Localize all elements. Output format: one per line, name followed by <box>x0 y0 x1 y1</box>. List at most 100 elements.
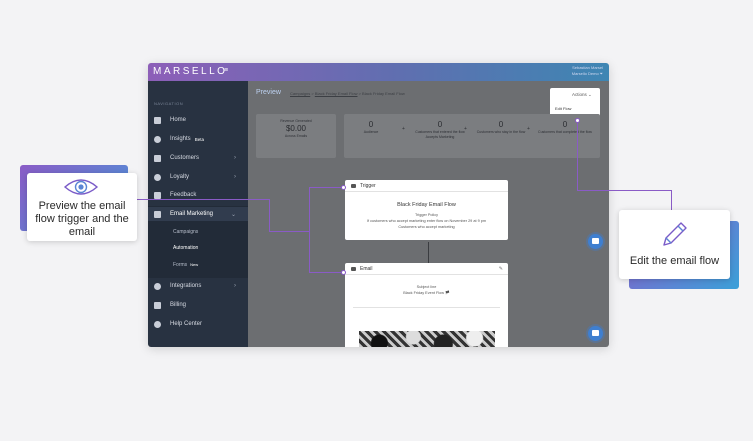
sidebar-item-label: Insights <box>170 136 191 142</box>
stat-value: 0 <box>437 120 443 129</box>
connector-line <box>309 187 310 273</box>
pencil-icon <box>663 222 687 246</box>
sidebar-item-insights[interactable]: Insights Beta <box>148 132 248 146</box>
stat-value: 0 <box>498 120 504 129</box>
callout-preview-text: Preview the email flow trigger and the e… <box>35 200 129 238</box>
connector-line <box>269 231 309 232</box>
actions-dropdown[interactable]: Actions ⌄ Edit Flow <box>550 88 600 117</box>
stat-label: Audience <box>363 130 379 134</box>
connector-dot <box>575 118 580 123</box>
stat-completed: 0 Customers that completed the flow <box>534 120 596 135</box>
connector-dot <box>341 270 346 275</box>
revenue-value: $0.00 <box>285 124 307 133</box>
connector-line <box>269 199 270 232</box>
stat-sub: Accepts Marketing <box>425 135 455 139</box>
email-icon <box>351 266 356 271</box>
chat-widget-icon[interactable] <box>588 326 603 341</box>
page-title: Preview <box>256 89 281 96</box>
edit-flow-menu-item[interactable]: Edit Flow <box>555 106 571 111</box>
sidebar-item-integrations[interactable]: Integrations › <box>148 279 248 293</box>
app-logo[interactable]: MARSELLO <box>153 66 227 77</box>
plus-icon: + <box>464 126 467 132</box>
breadcrumb-current: Black Friday Email Flow <box>362 91 405 96</box>
trigger-icon <box>351 183 356 188</box>
callout-edit-text: Edit the email flow <box>629 255 720 267</box>
sidebar-item-home[interactable]: Home <box>148 113 248 127</box>
chevron-right-icon: › <box>234 155 236 161</box>
connector-dot <box>341 185 346 190</box>
nav-heading: NAVIGATION <box>154 101 184 106</box>
user-menu[interactable]: Sebastian Marsel Marsello Demo ⏷ <box>572 65 603 77</box>
trigger-policy-text: If customers who accept marketing enter … <box>366 219 487 223</box>
home-icon <box>154 116 161 124</box>
email-node[interactable]: Email ✎ Subject line Black Friday Event … <box>345 263 508 347</box>
thumbs-up-icon <box>154 191 161 199</box>
sidebar-item-label: Loyalty <box>170 174 190 180</box>
eye-icon <box>63 179 99 195</box>
email-node-title: Email <box>360 265 373 272</box>
connector-line <box>133 199 270 232</box>
breadcrumb: Campaigns > Black Friday Email Flow > Bl… <box>290 91 405 96</box>
flow-name: Black Friday Email Flow <box>397 202 456 208</box>
stat-label: Customers that completed the flow <box>538 130 592 134</box>
integrations-icon <box>154 282 161 290</box>
breadcrumb-link[interactable]: Campaigns <box>290 91 310 96</box>
subject-line-value: Black Friday Event Flow 🏴 <box>403 291 450 295</box>
help-icon <box>154 320 161 328</box>
edit-pencil-icon[interactable]: ✎ <box>499 266 503 272</box>
revenue-sub: Across Emails <box>284 134 308 138</box>
main-content: Preview Campaigns > Black Friday Email F… <box>248 81 609 347</box>
top-bar: MARSELLO ≡ Sebastian Marsel Marsello Dem… <box>148 63 609 81</box>
menu-toggle-icon[interactable]: ≡ <box>224 67 228 74</box>
connector-line <box>309 272 344 273</box>
customers-icon <box>154 154 161 162</box>
sidebar-item-label: Customers <box>170 155 200 161</box>
sidebar-subitem-label: Forms <box>173 262 188 268</box>
sidebar-item-label: Home <box>170 117 187 123</box>
card-icon <box>154 301 161 309</box>
actions-button-label[interactable]: Actions ⌄ <box>572 92 592 98</box>
revenue-card: Revenue Generated $0.00 Across Emails <box>256 114 336 158</box>
trigger-node-header: Trigger <box>345 180 508 192</box>
email-node-header: Email ✎ <box>345 263 508 275</box>
connector-line <box>309 187 344 188</box>
trigger-policy-label: Trigger Policy <box>414 213 439 217</box>
breadcrumb-link[interactable]: Black Friday Email Flow <box>315 91 358 96</box>
sidebar-item-label: Feedback <box>170 192 197 198</box>
chevron-right-icon: › <box>234 283 236 289</box>
connector-line <box>577 190 672 191</box>
stat-audience: 0 Audience <box>346 120 396 135</box>
sidebar-item-help-center[interactable]: Help Center <box>148 317 248 331</box>
stat-entered: 0 Customers that entered the flow Accept… <box>410 120 470 140</box>
connector-line <box>671 190 672 210</box>
sidebar-item-customers[interactable]: Customers › <box>148 151 248 165</box>
trigger-node[interactable]: Trigger Black Friday Email Flow Trigger … <box>345 180 508 240</box>
sidebar-subitem-forms[interactable]: Forms New <box>173 262 198 268</box>
stats-card: 0 Audience + 0 Customers that entered th… <box>344 114 600 158</box>
subject-line-label: Subject line <box>416 285 437 289</box>
heart-icon <box>154 173 161 181</box>
divider <box>353 307 500 308</box>
sidebar-item-loyalty[interactable]: Loyalty › <box>148 170 248 184</box>
flow-connector <box>428 242 429 263</box>
trigger-node-title: Trigger <box>360 182 376 189</box>
sidebar-subitem-automation[interactable]: Automation <box>173 245 198 251</box>
plus-icon: + <box>402 126 405 132</box>
chevron-right-icon: › <box>234 174 236 180</box>
stat-value: 0 <box>368 120 374 129</box>
sidebar-item-label: Billing <box>170 302 187 308</box>
revenue-stat: Revenue Generated $0.00 Across Emails <box>256 119 336 139</box>
trigger-audience-text: Customers who accept marketing <box>398 225 455 229</box>
stat-label: Customers who stay in the flow <box>476 130 526 134</box>
chat-widget-icon[interactable] <box>588 234 603 249</box>
sidebar-item-label: Help Center <box>170 321 203 327</box>
plus-icon: + <box>527 126 530 132</box>
sidebar-item-label: Integrations <box>170 283 202 289</box>
sidebar-item-billing[interactable]: Billing <box>148 298 248 312</box>
beta-badge: Beta <box>194 136 204 142</box>
stat-stay: 0 Customers who stay in the flow <box>472 120 530 135</box>
connector-line <box>577 121 578 191</box>
new-badge: New <box>190 262 199 267</box>
stat-value: 0 <box>562 120 568 129</box>
insights-icon <box>154 135 161 143</box>
